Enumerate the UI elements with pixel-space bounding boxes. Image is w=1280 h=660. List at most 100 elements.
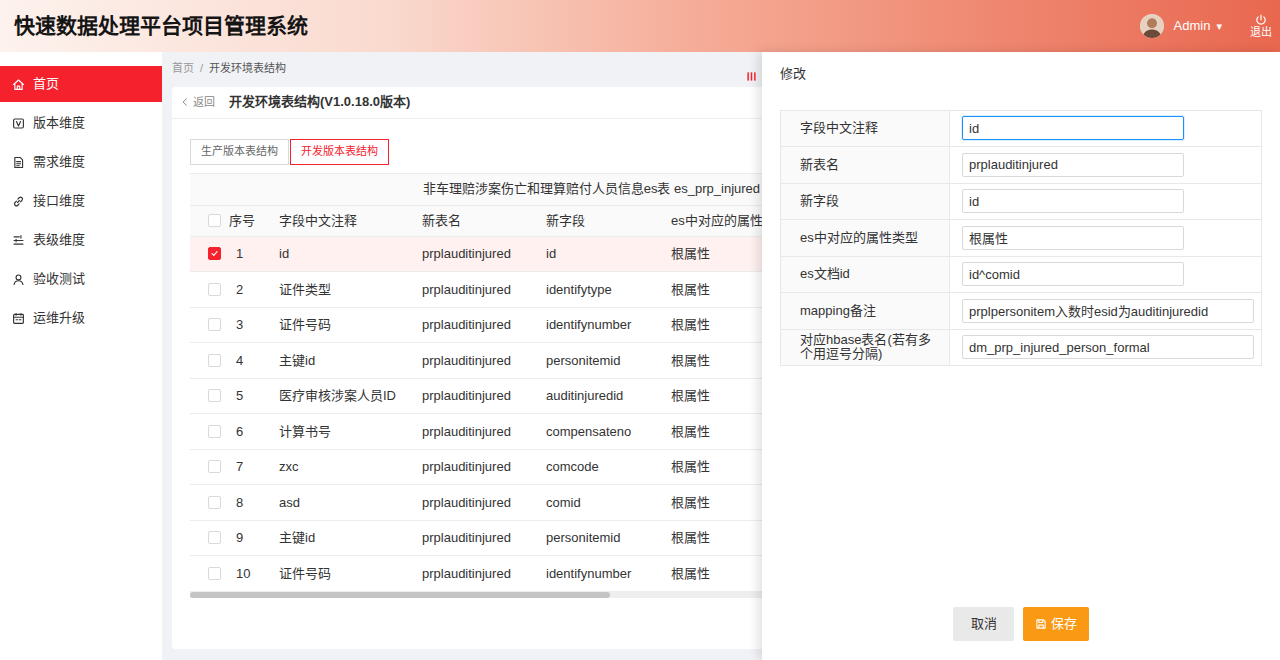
sidebar-label[interactable]: 首页 (33, 74, 59, 94)
form-input[interactable] (962, 189, 1184, 213)
field-label: 新字段 (800, 193, 839, 208)
check-cell (190, 485, 222, 521)
field-label: es中对应的属性类型 (800, 230, 918, 245)
sidebar-label[interactable]: 运维升级 (33, 308, 85, 328)
user-menu[interactable]: Admin ▾ (1174, 16, 1222, 36)
form-input[interactable] (962, 226, 1184, 250)
back-button[interactable]: 返回 (180, 94, 215, 111)
sidebar-item[interactable]: 接口维度 (0, 183, 162, 219)
sidebar-item[interactable]: 首页 (0, 66, 162, 102)
breadcrumb-item[interactable]: 首页 (172, 60, 194, 77)
table-cell: identifynumber (539, 556, 657, 592)
row-checkbox[interactable] (208, 460, 221, 473)
cell-text: 证件号码 (279, 317, 331, 332)
table-row[interactable]: 2证件类型prplauditinjuredidentifytype根属性 (190, 272, 762, 308)
row-checkbox[interactable] (208, 567, 221, 580)
row-checkbox[interactable] (208, 247, 221, 260)
sidebar-item[interactable]: 版本维度 (0, 105, 162, 141)
drawer-body: 字段中文注释新表名新字段es中对应的属性类型es文档idmapping备注对应h… (762, 96, 1280, 608)
check-cell (190, 449, 222, 485)
form-input[interactable] (962, 262, 1184, 286)
horizontal-scrollbar[interactable] (190, 592, 762, 598)
column-label: 序号 (229, 213, 255, 228)
sidebar-label[interactable]: 接口维度 (33, 191, 85, 211)
column-header: es中对应的属性 (657, 205, 762, 236)
table-caption: 非车理赔涉案伤亡和理算赔付人员信息es表 es_prp_injured (423, 181, 760, 196)
table-cell: 根属性 (657, 556, 762, 592)
table-row[interactable]: 6计算书号prplauditinjuredcompensateno根属性 (190, 414, 762, 450)
row-checkbox[interactable] (208, 531, 221, 544)
table-cell: prplauditinjured (415, 236, 539, 272)
tab[interactable]: 生产版本表结构 (190, 139, 289, 165)
button-label[interactable]: 取消 (971, 614, 997, 634)
sidebar-label[interactable]: 表级维度 (33, 230, 85, 250)
save-button[interactable]: 保存 (1023, 607, 1089, 641)
check-cell (190, 343, 222, 379)
logout-button[interactable]: 退出 (1250, 14, 1272, 38)
scrollbar-thumb[interactable] (190, 592, 610, 598)
column-header: 新表名 (415, 205, 539, 236)
cell-text: prplauditinjured (422, 424, 511, 439)
select-all-checkbox[interactable] (208, 214, 221, 227)
table-cell: auditinjuredid (539, 378, 657, 414)
row-checkbox[interactable] (208, 354, 221, 367)
tab-label[interactable]: 开发版本表结构 (301, 145, 378, 157)
cell-text: id (279, 246, 289, 261)
cell-text: 主键id (279, 353, 315, 368)
row-checkbox[interactable] (208, 425, 221, 438)
table-row[interactable]: 5医疗审核涉案人员IDprplauditinjuredauditinjuredi… (190, 378, 762, 414)
header-check-cell (190, 205, 222, 236)
row-checkbox[interactable] (208, 283, 221, 296)
form-input[interactable] (962, 116, 1184, 140)
avatar-icon (1140, 14, 1164, 38)
cancel-button[interactable]: 取消 (953, 607, 1014, 641)
table-cell: prplauditinjured (415, 378, 539, 414)
table-row[interactable]: 8asdprplauditinjuredcomid根属性 (190, 485, 762, 521)
row-checkbox[interactable] (208, 496, 221, 509)
table-row[interactable]: 4主键idprplauditinjuredpersonitemid根属性 (190, 343, 762, 379)
table-cell: 主键id (272, 343, 415, 379)
row-checkbox[interactable] (208, 318, 221, 331)
cell-text: 4 (236, 353, 243, 368)
table-row[interactable]: 7zxcprplauditinjuredcomcode根属性 (190, 449, 762, 485)
tab[interactable]: 开发版本表结构 (290, 139, 389, 165)
user-name[interactable]: Admin (1174, 16, 1211, 36)
table-cell: id (272, 236, 415, 272)
table-row[interactable]: 10证件号码prplauditinjuredidentifynumber根属性 (190, 556, 762, 592)
sidebar-item[interactable]: 需求维度 (0, 144, 162, 180)
table-cell: identifynumber (539, 307, 657, 343)
drawer-toggle[interactable] (746, 66, 757, 79)
value-cell (950, 329, 1262, 366)
table-row[interactable]: 3证件号码prplauditinjuredidentifynumber根属性 (190, 307, 762, 343)
button-label[interactable]: 保存 (1051, 614, 1077, 634)
sidebar-label[interactable]: 版本维度 (33, 113, 85, 133)
drawer-title: 修改 (780, 64, 806, 84)
row-checkbox[interactable] (208, 389, 221, 402)
table-row[interactable]: 9主键idprplauditinjuredpersonitemid根属性 (190, 520, 762, 556)
logout-label[interactable]: 退出 (1250, 26, 1272, 38)
workspace: 首页版本维度需求维度接口维度表级维度验收测试运维升级首页/开发环境表结构返回开发… (0, 52, 1280, 660)
column-label: 字段中文注释 (279, 213, 357, 228)
tab-label[interactable]: 生产版本表结构 (201, 145, 278, 157)
cell-text: 计算书号 (279, 424, 331, 439)
sidebar-label[interactable]: 需求维度 (33, 152, 85, 172)
card-header: 返回开发环境表结构(V1.0.18.0版本) (172, 87, 762, 119)
back-label[interactable]: 返回 (193, 94, 215, 111)
dropdown-caret[interactable]: ▾ (1216, 18, 1222, 35)
table-cell: 4 (222, 343, 272, 379)
sidebar-item[interactable]: 验收测试 (0, 261, 162, 297)
form-row: 新表名 (781, 147, 1262, 184)
sidebar-item[interactable]: 运维升级 (0, 300, 162, 336)
table-row[interactable]: 1idprplauditinjuredid根属性 (190, 236, 762, 272)
form-input[interactable] (962, 335, 1254, 359)
table-cell: 根属性 (657, 272, 762, 308)
column-header: 新字段 (539, 205, 657, 236)
check-cell (190, 414, 222, 450)
sidebar-label[interactable]: 验收测试 (33, 269, 85, 289)
sidebar-item[interactable]: 表级维度 (0, 222, 162, 258)
form-input[interactable] (962, 153, 1184, 177)
table-cell: 7 (222, 449, 272, 485)
value-cell (950, 293, 1262, 330)
cell-text: 根属性 (671, 495, 710, 510)
form-input[interactable] (962, 299, 1254, 323)
